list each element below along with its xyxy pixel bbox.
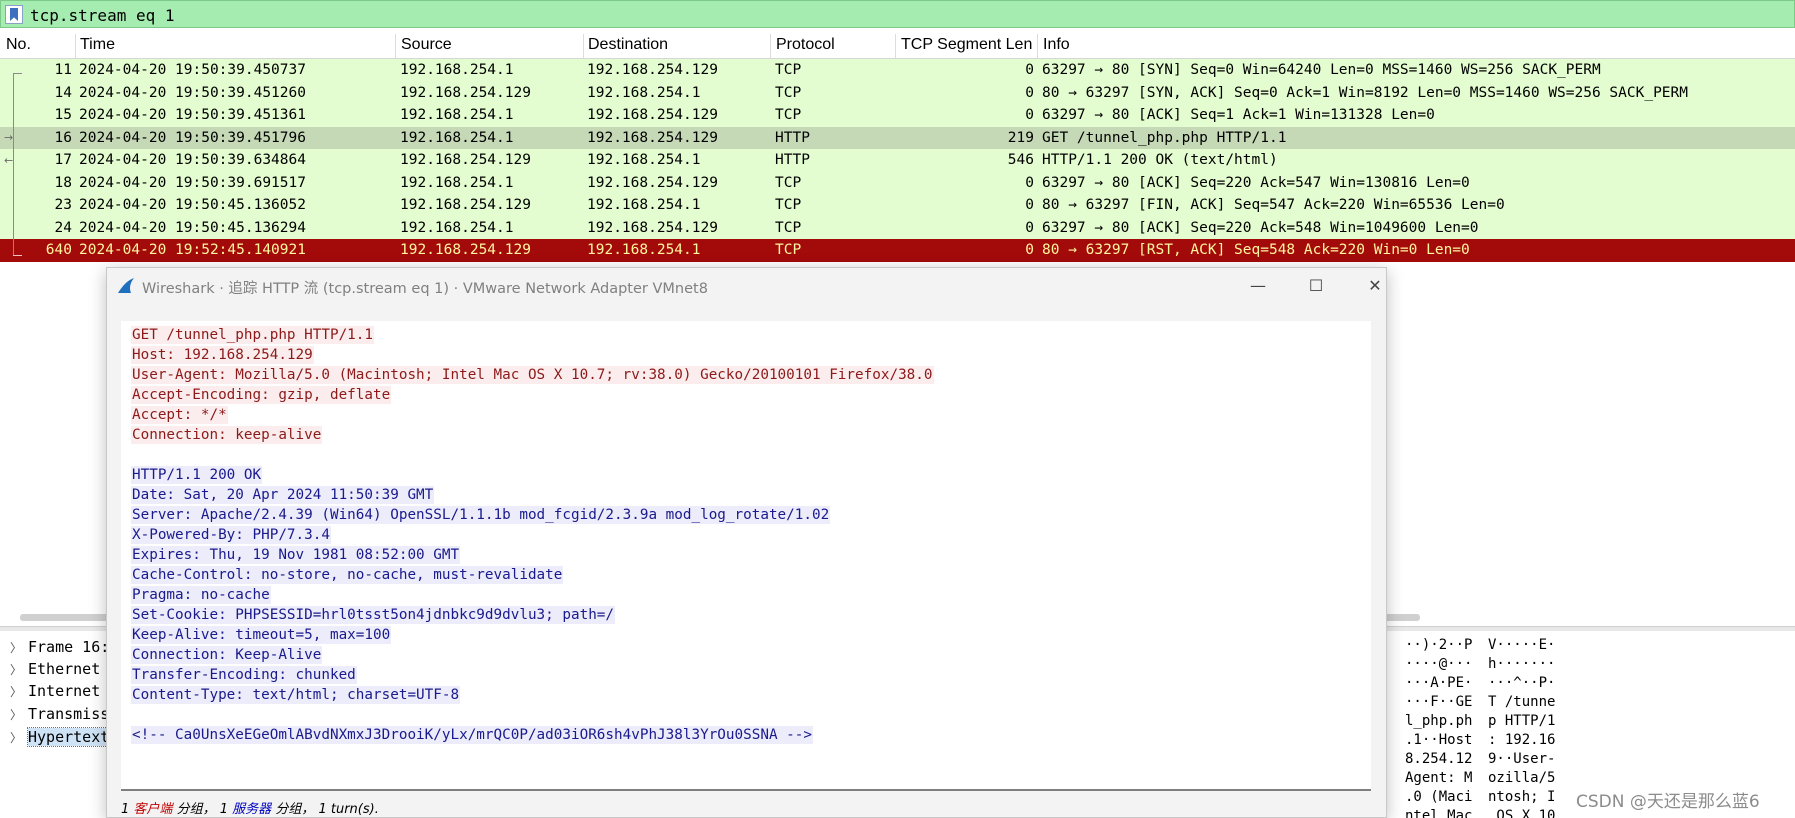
detail-row-hypertext[interactable]: 〉 Hypertext bbox=[10, 727, 111, 747]
stream-summary: 1 客户端 分组， 1 服务器 分组， 1 turn(s). bbox=[121, 802, 379, 817]
close-icon[interactable]: ✕ bbox=[1355, 273, 1395, 299]
detail-row-frame[interactable]: 〉 Frame 16: bbox=[10, 638, 109, 656]
bytes-row: ··)·2··P V·····E· bbox=[1405, 637, 1556, 653]
response-arrow-icon: ← bbox=[4, 154, 14, 167]
bytes-row: .0 (Maci ntosh; I bbox=[1405, 789, 1556, 805]
bytes-row: ····@··· h······· bbox=[1405, 656, 1556, 672]
packet-row[interactable]: 23 2024-04-20 19:50:45.136052 192.168.254.… bbox=[0, 194, 1795, 217]
detail-row-transmission[interactable]: 〉 Transmiss bbox=[10, 705, 109, 723]
server-header-line: Content-Type: text/html; charset=UTF-8 bbox=[131, 686, 461, 704]
client-header-line: Host: 192.168.254.129 bbox=[131, 346, 314, 364]
csdn-watermark: CSDN @天还是那么蓝6 bbox=[1576, 792, 1760, 812]
detail-row-ethernet[interactable]: 〉 Ethernet bbox=[10, 660, 100, 678]
client-header-line: Accept: */* bbox=[131, 406, 228, 424]
bytes-row: ···A·PE· ···^··P· bbox=[1405, 675, 1556, 691]
server-header-line: Connection: Keep-Alive bbox=[131, 646, 323, 664]
packet-list-header: No. Time Source Destination Protocol TCP… bbox=[0, 32, 1795, 59]
chevron-right-icon[interactable]: 〉 bbox=[10, 683, 28, 700]
display-filter-bar[interactable]: tcp.stream eq 1 bbox=[0, 0, 1795, 28]
column-header-source[interactable]: Source bbox=[401, 36, 452, 54]
chevron-right-icon[interactable]: 〉 bbox=[10, 639, 28, 656]
minimize-icon[interactable]: — bbox=[1238, 273, 1278, 299]
server-header-line: X-Powered-By: PHP/7.3.4 bbox=[131, 526, 331, 544]
request-arrow-icon: → bbox=[4, 131, 14, 144]
bytes-row: .1··Host: 192.16 bbox=[1405, 732, 1556, 748]
maximize-icon[interactable]: ☐ bbox=[1296, 273, 1336, 299]
chevron-right-icon[interactable]: 〉 bbox=[10, 729, 28, 746]
server-header-line: Set-Cookie: PHPSESSID=hrl0tsst5on4jdnbkc… bbox=[131, 606, 616, 624]
column-header-destination[interactable]: Destination bbox=[588, 36, 668, 54]
packet-list: 11 2024-04-20 19:50:39.450737 192.168.254.… bbox=[0, 59, 1795, 262]
bytes-row: Agent: Mozilla/5 bbox=[1405, 770, 1556, 786]
conversation-start-mark bbox=[13, 73, 22, 74]
display-filter-input[interactable]: tcp.stream eq 1 bbox=[30, 6, 175, 25]
packet-row-rst[interactable]: 640 2024-04-20 19:52:45.140921 192.168.254… bbox=[0, 239, 1795, 262]
dialog-titlebar[interactable]: Wireshark · 追踪 HTTP 流 (tcp.stream eq 1) … bbox=[107, 268, 1386, 303]
wireshark-fin-icon bbox=[118, 278, 134, 293]
client-request-line: GET /tunnel_php.php HTTP/1.1 bbox=[131, 326, 375, 344]
client-label: 客户端 bbox=[133, 802, 173, 817]
server-body-line: <!-- Ca0UnsXeEGeOmlABvdNXmxJ3DrooiK/yLx/… bbox=[131, 726, 813, 744]
follow-http-stream-dialog: Wireshark · 追踪 HTTP 流 (tcp.stream eq 1) … bbox=[106, 267, 1387, 818]
packet-row[interactable]: 15 2024-04-20 19:50:39.451361 192.168.254.… bbox=[0, 104, 1795, 127]
client-header-line: Connection: keep-alive bbox=[131, 426, 323, 444]
server-header-line: Date: Sat, 20 Apr 2024 11:50:39 GMT bbox=[131, 486, 435, 504]
server-header-line: Transfer-Encoding: chunked bbox=[131, 666, 357, 684]
server-header-line: Pragma: no-cache bbox=[131, 586, 271, 604]
packet-row[interactable]: 17 2024-04-20 19:50:39.634864 192.168.254.… bbox=[0, 149, 1795, 172]
client-header-line: Accept-Encoding: gzip, deflate bbox=[131, 386, 392, 404]
server-label: 服务器 bbox=[232, 802, 272, 817]
chevron-right-icon[interactable]: 〉 bbox=[10, 706, 28, 723]
column-header-tcp-segment-len[interactable]: TCP Segment Len bbox=[901, 36, 1032, 54]
server-header-line: Keep-Alive: timeout=5, max=100 bbox=[131, 626, 392, 644]
packet-row[interactable]: 24 2024-04-20 19:50:45.136294 192.168.254.… bbox=[0, 216, 1795, 239]
bookmark-icon[interactable] bbox=[5, 5, 23, 24]
bytes-row: ntel Mac OS X 10 bbox=[1405, 808, 1556, 818]
server-header-line: Expires: Thu, 19 Nov 1981 08:52:00 GMT bbox=[131, 546, 461, 564]
packet-row[interactable]: 14 2024-04-20 19:50:39.451260 192.168.254.… bbox=[0, 81, 1795, 104]
bytes-row: 8.254.12 9··User- bbox=[1405, 751, 1556, 767]
detail-row-internet[interactable]: 〉 Internet bbox=[10, 682, 100, 700]
packet-row[interactable]: 11 2024-04-20 19:50:39.450737 192.168.254.… bbox=[0, 59, 1795, 82]
column-header-info[interactable]: Info bbox=[1043, 36, 1070, 54]
column-header-time[interactable]: Time bbox=[80, 36, 115, 54]
packet-details-pane: 〉 Frame 16: 〉 Ethernet 〉 Internet 〉 Transmis… bbox=[0, 632, 111, 818]
server-status-line: HTTP/1.1 200 OK bbox=[131, 466, 263, 484]
server-header-line: Server: Apache/2.4.39 (Win64) OpenSSL/1.… bbox=[131, 506, 831, 524]
packet-row[interactable]: 18 2024-04-20 19:50:39.691517 192.168.254.… bbox=[0, 171, 1795, 194]
conversation-end-mark bbox=[13, 255, 22, 256]
server-header-line: Cache-Control: no-store, no-cache, must-… bbox=[131, 566, 564, 584]
stream-content-view[interactable]: GET /tunnel_php.php HTTP/1.1 Host: 192.1… bbox=[121, 321, 1371, 791]
bytes-row: ···F··GE T /tunne bbox=[1405, 694, 1556, 710]
client-header-line: User-Agent: Mozilla/5.0 (Macintosh; Inte… bbox=[131, 366, 934, 384]
column-header-protocol[interactable]: Protocol bbox=[776, 36, 835, 54]
packet-row-selected[interactable]: 16 2024-04-20 19:50:39.451796 192.168.254.… bbox=[0, 126, 1795, 149]
bytes-row: l_php.ph p HTTP/1 bbox=[1405, 713, 1556, 729]
column-header-no[interactable]: No. bbox=[6, 36, 31, 54]
chevron-right-icon[interactable]: 〉 bbox=[10, 661, 28, 678]
dialog-title: Wireshark · 追踪 HTTP 流 (tcp.stream eq 1) … bbox=[142, 281, 708, 297]
